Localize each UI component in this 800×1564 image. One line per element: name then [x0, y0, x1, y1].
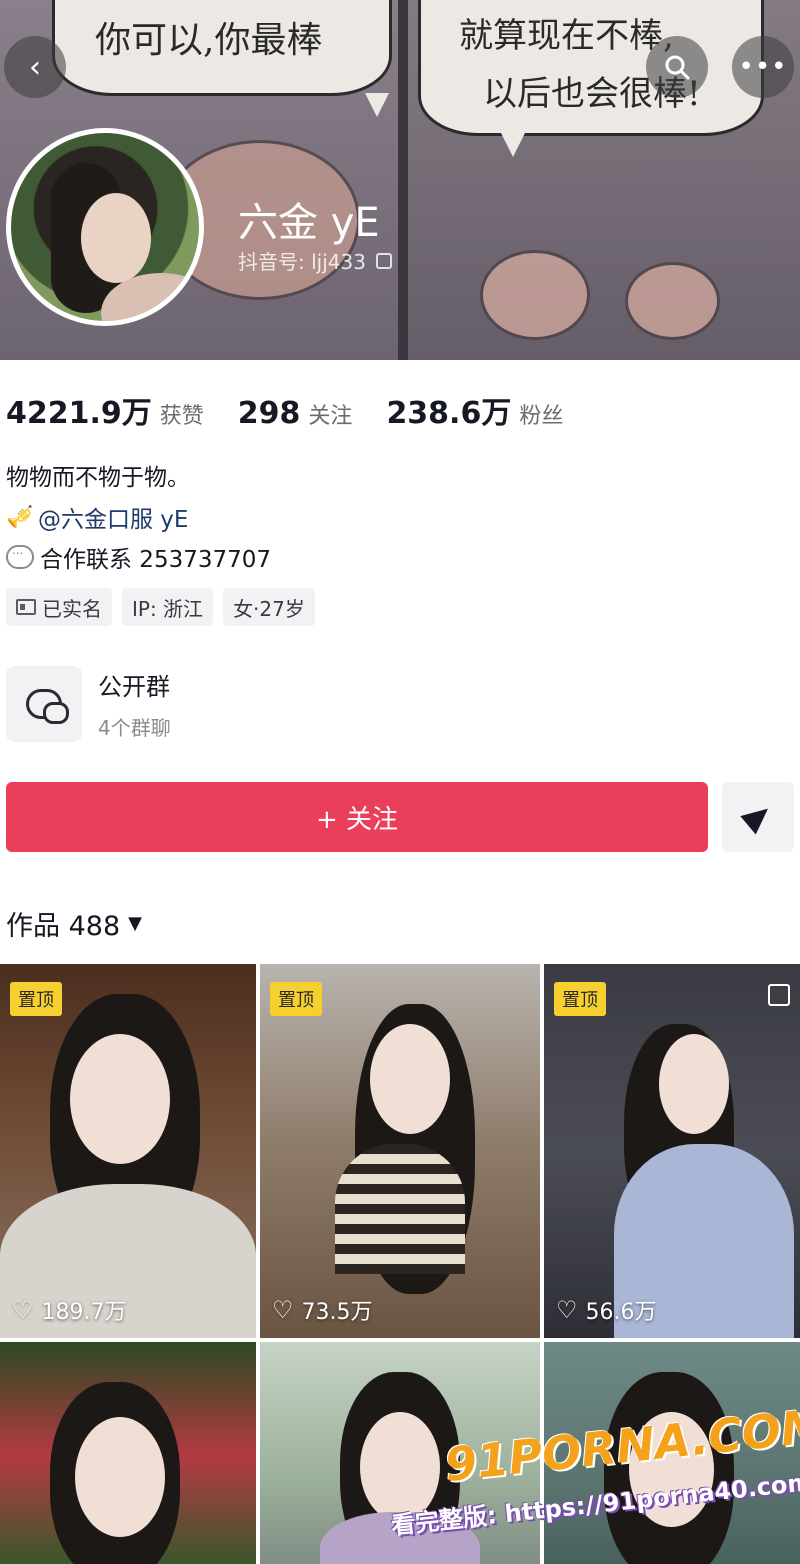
group-text: 公开群 4个群聊	[98, 667, 171, 741]
heart-icon: ♡	[272, 1296, 294, 1324]
send-icon	[740, 799, 776, 835]
video-thumbnail	[370, 1024, 450, 1134]
video-tile[interactable]: 置顶 ♡ 189.7万	[0, 964, 256, 1338]
group-title: 公开群	[98, 673, 170, 701]
video-thumbnail	[335, 1144, 465, 1274]
heart-icon: ♡	[12, 1296, 34, 1324]
speech-bubble-text: 以后也会很棒!	[483, 74, 701, 114]
avatar[interactable]	[6, 128, 204, 326]
bio-contact: 合作联系 253737707	[6, 540, 271, 574]
tag-gender-age: 女·27岁	[223, 588, 315, 626]
stat-value: 298	[237, 396, 301, 431]
group-icon-box	[6, 666, 82, 742]
follow-button[interactable]: + 关注	[6, 782, 708, 852]
search-button[interactable]	[646, 36, 708, 98]
avatar-image	[81, 193, 151, 283]
video-tile[interactable]	[0, 1342, 256, 1564]
tag-label: 已实名	[42, 596, 102, 621]
video-likes: ♡ 189.7万	[12, 1294, 127, 1326]
id-card-icon	[16, 599, 36, 615]
video-thumbnail	[75, 1417, 165, 1537]
stat-label: 粉丝	[519, 404, 564, 429]
back-button[interactable]: ‹	[4, 36, 66, 98]
bio-mention-text[interactable]: @六金口服 yE	[38, 500, 188, 534]
bio-contact-text: 合作联系 253737707	[40, 547, 272, 573]
video-thumbnail	[70, 1034, 170, 1164]
speech-bubble-tail	[365, 93, 389, 117]
video-likes: ♡ 73.5万	[272, 1294, 373, 1326]
search-icon	[665, 55, 690, 80]
video-likes: ♡ 56.6万	[556, 1294, 657, 1326]
stat-label: 获赞	[159, 404, 204, 429]
select-checkbox-icon[interactable]	[768, 984, 790, 1006]
chat-bubble-icon	[6, 543, 34, 569]
likes-count: 56.6万	[585, 1300, 657, 1325]
more-icon: •••	[738, 52, 788, 82]
works-count: 作品 488	[6, 911, 121, 942]
profile-banner: 你可以,你最棒 就算现在不棒, 以后也会很棒! ‹ ••• 六金 yE 抖音号:…	[0, 0, 800, 360]
tag-label: 女·27岁	[233, 596, 305, 621]
works-tab[interactable]: 作品 488 ▼	[6, 904, 142, 943]
pinned-badge: 置顶	[10, 982, 62, 1016]
bio-mention[interactable]: 🎺 @六金口服 yE	[6, 500, 188, 534]
speech-bubble-tail	[501, 133, 525, 157]
speech-bubble-text: 你可以,你最棒	[95, 20, 323, 61]
douyin-id-text: 抖音号: ljj433	[238, 250, 366, 274]
cartoon-pig	[480, 250, 590, 340]
cartoon-pig	[625, 262, 720, 340]
tag-label: IP: 浙江	[132, 596, 204, 621]
share-button[interactable]	[722, 782, 794, 852]
stat-likes[interactable]: 4221.9万 获赞	[6, 388, 204, 432]
tag-verified: 已实名	[6, 588, 112, 626]
stat-followers[interactable]: 238.6万 粉丝	[386, 388, 563, 432]
public-group-entry[interactable]: 公开群 4个群聊	[6, 666, 171, 742]
trumpet-icon: 🎺	[6, 504, 34, 530]
video-tile[interactable]: 置顶 ♡ 56.6万	[544, 964, 800, 1338]
more-button[interactable]: •••	[732, 36, 794, 98]
group-chat-icon	[26, 689, 69, 724]
profile-tags: 已实名 IP: 浙江 女·27岁	[6, 588, 315, 626]
pinned-badge: 置顶	[270, 982, 322, 1016]
profile-stats: 4221.9万 获赞 298 关注 238.6万 粉丝	[6, 388, 597, 432]
speech-bubble-right: 就算现在不棒, 以后也会很棒!	[418, 0, 764, 157]
group-subtitle: 4个群聊	[98, 716, 171, 740]
video-thumbnail	[659, 1034, 729, 1134]
speech-bubble-left: 你可以,你最棒	[52, 0, 392, 117]
chevron-left-icon: ‹	[29, 49, 41, 85]
bio-line: 物物而不物于物。	[6, 465, 190, 491]
profile-nickname: 六金 yE	[238, 200, 380, 246]
douyin-id[interactable]: 抖音号: ljj433	[238, 246, 392, 275]
copy-icon[interactable]	[375, 252, 392, 269]
pinned-badge: 置顶	[554, 982, 606, 1016]
stat-label: 关注	[308, 404, 353, 429]
stat-following[interactable]: 298 关注	[238, 396, 353, 431]
video-tile[interactable]: 置顶 ♡ 73.5万	[260, 964, 540, 1338]
stat-value: 238.6万	[386, 396, 512, 431]
tag-ip: IP: 浙江	[122, 588, 214, 626]
likes-count: 189.7万	[41, 1300, 127, 1325]
likes-count: 73.5万	[301, 1300, 373, 1325]
heart-icon: ♡	[556, 1296, 578, 1324]
stat-value: 4221.9万	[6, 396, 152, 431]
speech-bubble-text: 就算现在不棒,	[459, 16, 674, 56]
caret-down-icon: ▼	[128, 913, 142, 934]
